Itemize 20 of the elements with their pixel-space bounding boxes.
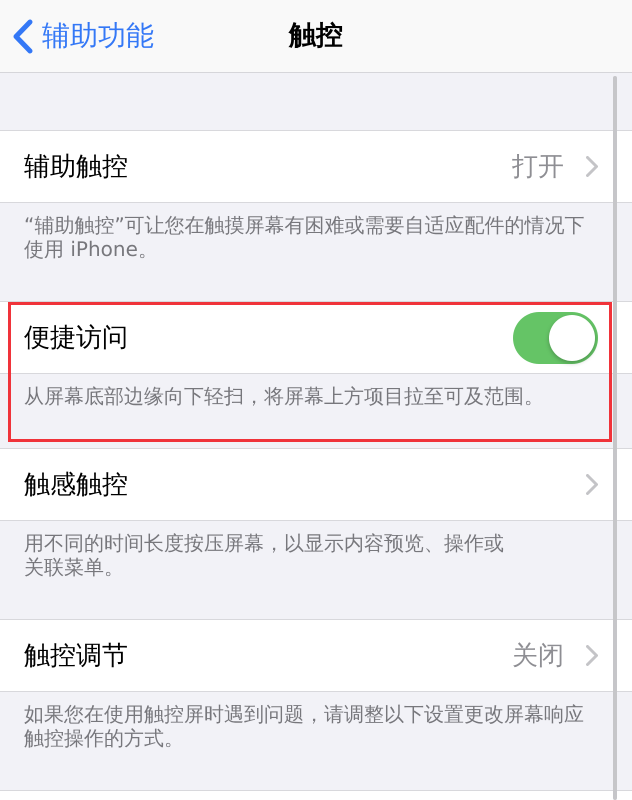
section-footer: “辅助触控”可让您在触摸屏幕有困难或需要自适应配件的情况下 使用 iPhone。 bbox=[0, 203, 632, 301]
section-footer: 从屏幕底部边缘向下轻扫，将屏幕上方项目拉至可及范围。 bbox=[0, 374, 632, 448]
section-footer: 如果您在使用触控屏时遇到问题，请调整以下设置更改屏幕响应 触控操作的方式。 bbox=[0, 692, 632, 790]
back-button[interactable]: 辅助功能 bbox=[13, 18, 154, 54]
row-label: 辅助触控 bbox=[24, 150, 129, 182]
settings-row[interactable]: 触控调节 关闭 bbox=[0, 619, 632, 692]
row-value: 关闭 bbox=[512, 640, 564, 672]
row-value: 打开 bbox=[512, 150, 564, 182]
toggle-switch[interactable] bbox=[513, 312, 598, 364]
row-label: 触感触控 bbox=[24, 468, 129, 500]
navigation-title: 触控 bbox=[289, 19, 343, 53]
row-label: 触控调节 bbox=[24, 640, 129, 672]
chevron-right-icon bbox=[586, 645, 598, 666]
chevron-right-icon bbox=[586, 474, 598, 495]
settings-row[interactable]: 辅助触控 打开 bbox=[0, 130, 632, 203]
section-footer: 用不同的时间长度按压屏幕，以显示内容预览、操作或 关联菜单。 bbox=[0, 521, 632, 619]
settings-row[interactable]: 触感触控 bbox=[0, 448, 632, 521]
chevron-right-icon bbox=[586, 156, 598, 177]
chevron-left-icon bbox=[13, 18, 33, 54]
row-label: 便捷访问 bbox=[24, 322, 129, 354]
